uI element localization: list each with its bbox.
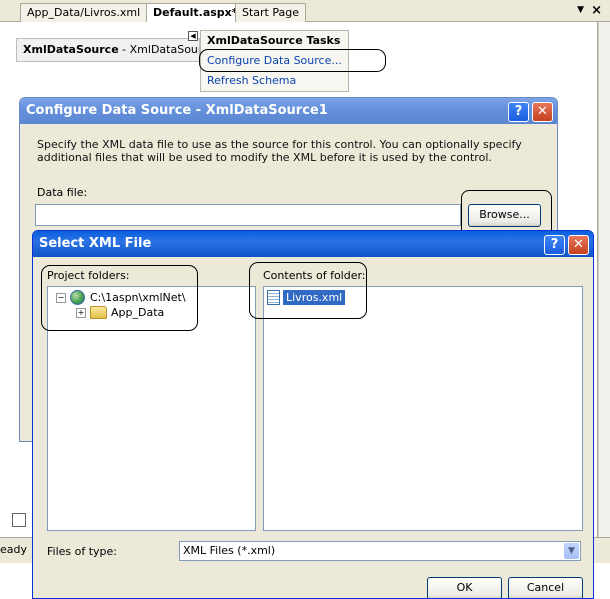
dropdown-arrow-icon[interactable]: ▼ — [564, 543, 579, 559]
files-of-type-select[interactable]: XML Files (*.xml) ▼ — [179, 541, 581, 561]
help-icon[interactable]: ? — [544, 235, 565, 255]
configure-link-highlight-ellipse — [199, 49, 386, 72]
select-xml-file-dialog: Select XML File ? ✕ Project folders: − C… — [32, 230, 594, 599]
control-id-label: - XmlDataSource1 — [122, 43, 199, 56]
tab-label: Start Page — [242, 6, 299, 19]
cancel-button[interactable]: Cancel — [508, 577, 583, 598]
close-icon[interactable]: ✕ — [568, 235, 589, 255]
control-type-label: XmlDataSource — [23, 43, 119, 56]
project-folders-highlight-ellipse — [41, 265, 198, 331]
vertical-scrollbar[interactable] — [598, 22, 610, 537]
tab-default-aspx[interactable]: Default.aspx* — [146, 3, 245, 24]
ok-button[interactable]: OK — [427, 577, 502, 598]
select-dialog-title: Select XML File — [39, 236, 152, 251]
tab-label: Default.aspx* — [153, 6, 238, 19]
contents-highlight-ellipse — [249, 262, 367, 319]
folder-contents-list[interactable]: Livros.xml — [263, 286, 583, 531]
files-of-type-value: XML Files (*.xml) — [183, 544, 276, 557]
xmldatasource-control[interactable]: XmlDataSource - XmlDataSource1 — [16, 38, 200, 62]
select-dialog-titlebar: Select XML File ? ✕ — [33, 231, 593, 257]
tab-start-page[interactable]: Start Page — [235, 3, 306, 23]
tasks-panel-title: XmlDataSource Tasks — [207, 34, 341, 47]
files-of-type-label: Files of type: — [47, 545, 118, 558]
close-icon[interactable]: ✕ — [532, 102, 553, 122]
tab-label: App_Data/Livros.xml — [27, 6, 141, 19]
configure-dialog-description: Specify the XML data file to use as the … — [37, 138, 522, 164]
configure-dialog-title: Configure Data Source - XmlDataSource1 — [26, 103, 328, 118]
tab-app-data-livros[interactable]: App_Data/Livros.xml — [20, 3, 148, 23]
help-icon[interactable]: ? — [508, 102, 529, 122]
smart-tag-icon[interactable]: ◀ — [188, 31, 198, 41]
status-text: eady — [0, 543, 28, 556]
document-tab-strip: App_Data/Livros.xml Default.aspx* Start … — [0, 0, 610, 24]
data-file-input[interactable] — [35, 204, 461, 226]
data-file-label: Data file: — [37, 186, 88, 199]
refresh-schema-link[interactable]: Refresh Schema — [207, 74, 296, 87]
tab-list-dropdown-icon[interactable]: ▼ — [577, 5, 584, 15]
configure-dialog-titlebar: Configure Data Source - XmlDataSource1 ?… — [20, 98, 557, 124]
design-view-icon[interactable] — [12, 513, 26, 527]
close-tab-icon[interactable]: × — [591, 3, 602, 18]
